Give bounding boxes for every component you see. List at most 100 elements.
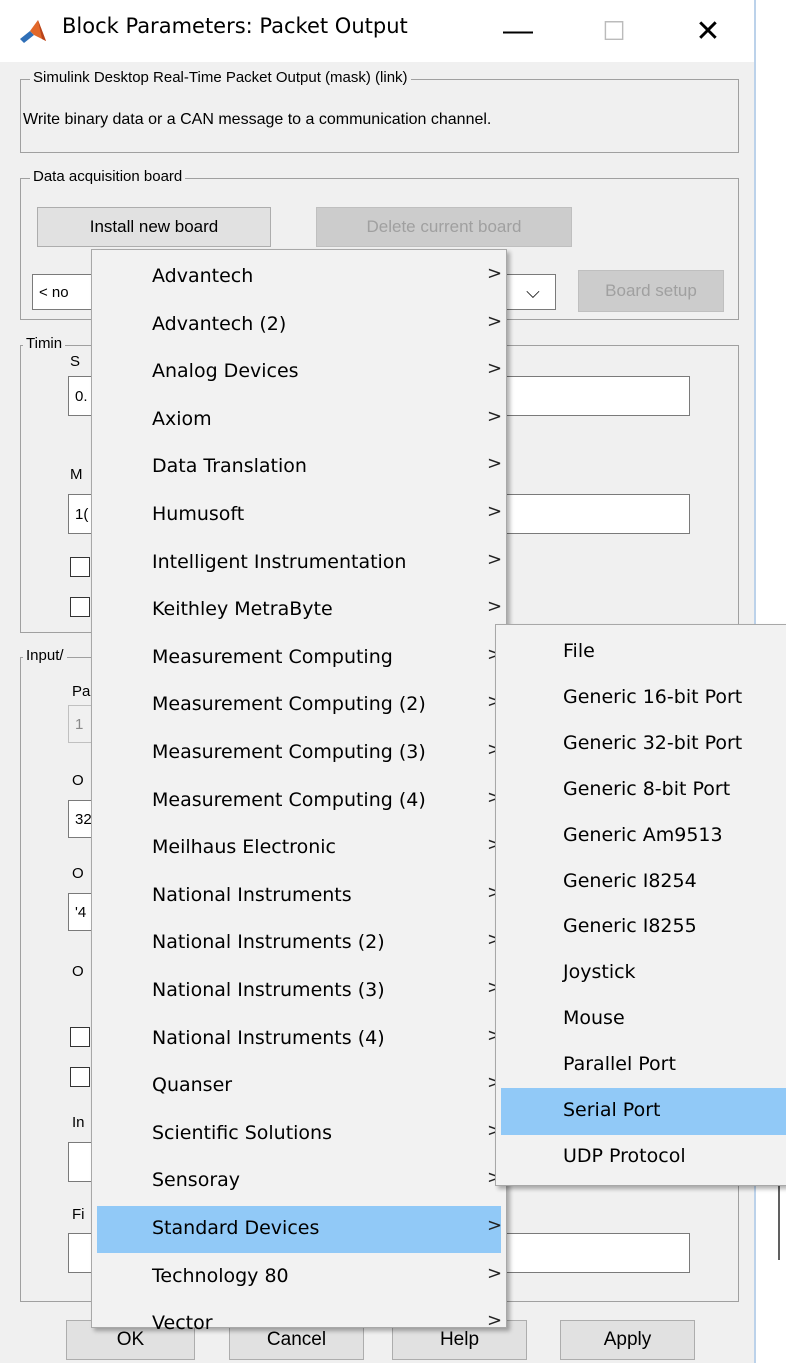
menu-item-technology-80[interactable]: Technology 80 > xyxy=(92,1254,506,1301)
apply-button[interactable]: Apply xyxy=(560,1320,695,1360)
timing-checkbox-1[interactable] xyxy=(70,557,90,577)
menu-item-humusoft[interactable]: Humusoft > xyxy=(92,492,506,539)
submenu-item-label: File xyxy=(563,640,595,662)
menu-item-label: Advantech xyxy=(152,265,254,287)
maximize-button[interactable]: ☐ xyxy=(574,0,654,62)
io-group-label: Input/ xyxy=(23,647,67,664)
submenu-item-mouse[interactable]: Mouse xyxy=(496,996,786,1043)
menu-item-advantech-2[interactable]: Advantech (2) > xyxy=(92,302,506,349)
menu-item-label: National Instruments (4) xyxy=(152,1026,385,1049)
chevron-down-icon[interactable]: ⌵ xyxy=(512,276,554,308)
board-setup-button: Board setup xyxy=(578,270,724,312)
chevron-right-icon: > xyxy=(487,1262,503,1284)
packet-size-value: 1 xyxy=(75,715,84,733)
submenu-item-label: UDP Protocol xyxy=(563,1144,686,1167)
chevron-right-icon: > xyxy=(487,1310,503,1332)
max-missed-value: 1( xyxy=(75,505,89,523)
submenu-item-label: Generic 32-bit Port xyxy=(563,731,743,754)
output-value-2: '4 xyxy=(75,903,87,921)
chevron-right-icon: > xyxy=(487,263,503,284)
menu-item-vector[interactable]: Vector > xyxy=(92,1301,506,1348)
menu-item-analog-devices[interactable]: Analog Devices > xyxy=(92,349,506,396)
io-checkbox-2[interactable] xyxy=(70,1067,90,1087)
minimize-button[interactable]: — xyxy=(478,0,558,62)
close-button[interactable]: ✕ xyxy=(668,0,748,62)
menu-item-keithley-metrabyte[interactable]: Keithley MetraByte > xyxy=(92,587,506,634)
device-submenu: File Generic 16-bit Port Generic 32-bit Po… xyxy=(495,624,786,1186)
submenu-item-generic-16-bit-port[interactable]: Generic 16-bit Port xyxy=(496,675,786,722)
io-label-packet: Pa xyxy=(72,683,91,700)
install-board-button[interactable]: Install new board xyxy=(37,207,271,247)
menu-item-measurement-computing-3[interactable]: Measurement Computing (3)> xyxy=(92,730,506,777)
menu-item-label: Sensoray xyxy=(152,1169,241,1192)
vendor-menu: Advantech > Advantech (2) > Analog Devices > A… xyxy=(91,249,507,1334)
sample-time-label: S xyxy=(70,353,81,370)
menu-item-label: Measurement Computing (4) xyxy=(152,788,426,811)
menu-item-label: Analog Devices xyxy=(152,360,299,383)
chevron-right-icon: > xyxy=(487,358,503,380)
menu-item-national-instruments-2[interactable]: National Instruments (2)> xyxy=(92,920,506,967)
chevron-right-icon: > xyxy=(487,310,503,332)
menu-item-sensoray[interactable]: Sensoray> xyxy=(92,1158,506,1205)
menu-item-label: Data Translation xyxy=(152,455,307,478)
menu-item-data-translation[interactable]: Data Translation > xyxy=(92,444,506,491)
menu-item-label: Meilhaus Electronic xyxy=(152,836,336,859)
submenu-item-parallel-port[interactable]: Parallel Port xyxy=(496,1042,786,1089)
board-group-label: Data acquisition board xyxy=(30,168,186,185)
menu-item-label: National Instruments xyxy=(152,883,352,906)
menu-item-axiom[interactable]: Axiom > xyxy=(92,397,506,444)
menu-item-quanser[interactable]: Quanser> xyxy=(92,1063,506,1110)
io-label-fi: Fi xyxy=(72,1206,85,1223)
menu-item-measurement-computing-4[interactable]: Measurement Computing (4)> xyxy=(92,778,506,825)
mask-group-label: Simulink Desktop Real-Time Packet Output… xyxy=(30,69,411,86)
submenu-item-udp-protocol[interactable]: UDP Protocol xyxy=(496,1134,786,1181)
menu-item-standard-devices[interactable]: Standard Devices > xyxy=(97,1206,503,1253)
title-bar: Block Parameters: Packet Output — ☐ ✕ xyxy=(0,0,754,62)
menu-item-meilhaus-electronic[interactable]: Meilhaus Electronic> xyxy=(92,825,506,872)
submenu-item-label: Parallel Port xyxy=(563,1053,676,1076)
io-label-o3: O xyxy=(72,963,84,980)
submenu-item-label: Mouse xyxy=(563,1007,625,1030)
menu-item-label: Advantech (2) xyxy=(152,312,287,335)
chevron-right-icon: > xyxy=(487,405,503,427)
submenu-item-file[interactable]: File xyxy=(496,629,786,676)
submenu-item-label: Joystick xyxy=(563,961,636,984)
timing-checkbox-2[interactable] xyxy=(70,597,90,617)
menu-item-label: Keithley MetraByte xyxy=(152,598,333,621)
submenu-item-generic-am9513[interactable]: Generic Am9513 xyxy=(496,813,786,860)
menu-item-label: Intelligent Instrumentation xyxy=(152,550,407,573)
submenu-item-label: Generic Am9513 xyxy=(563,823,723,846)
menu-item-label: Measurement Computing (3) xyxy=(152,741,426,763)
menu-item-national-instruments[interactable]: National Instruments> xyxy=(92,873,506,920)
submenu-item-joystick[interactable]: Joystick xyxy=(496,950,786,997)
submenu-item-generic-i8254[interactable]: Generic I8254 xyxy=(496,859,786,906)
submenu-item-generic-8-bit-port[interactable]: Generic 8-bit Port xyxy=(496,767,786,814)
submenu-item-serial-port[interactable]: Serial Port xyxy=(501,1088,786,1135)
window-title: Block Parameters: Packet Output xyxy=(62,14,408,38)
io-checkbox-1[interactable] xyxy=(70,1027,90,1047)
delete-board-button: Delete current board xyxy=(316,207,572,247)
chevron-right-icon: > xyxy=(487,501,503,522)
submenu-item-generic-i8255[interactable]: Generic I8255 xyxy=(496,904,786,951)
menu-item-label: Axiom xyxy=(152,407,212,430)
sample-time-value: 0. xyxy=(75,387,88,405)
mask-description: Write binary data or a CAN message to a … xyxy=(23,111,492,128)
menu-item-measurement-computing-2[interactable]: Measurement Computing (2)> xyxy=(92,682,506,729)
menu-item-national-instruments-3[interactable]: National Instruments (3)> xyxy=(92,968,506,1015)
menu-item-label: Scientific Solutions xyxy=(152,1121,332,1144)
menu-item-label: Measurement Computing xyxy=(152,645,393,668)
menu-item-label: Quanser xyxy=(152,1074,233,1097)
chevron-right-icon: > xyxy=(487,1215,503,1236)
menu-item-scientific-solutions[interactable]: Scientific Solutions> xyxy=(92,1111,506,1158)
menu-item-advantech[interactable]: Advantech > xyxy=(92,254,506,301)
io-label-in: In xyxy=(72,1114,85,1131)
max-missed-label: M xyxy=(70,466,83,483)
menu-item-measurement-computing[interactable]: Measurement Computing> xyxy=(92,635,506,682)
chevron-right-icon: > xyxy=(487,453,503,475)
matlab-icon xyxy=(18,17,48,47)
menu-item-label: National Instruments (3) xyxy=(152,979,385,1001)
menu-item-national-instruments-4[interactable]: National Instruments (4)> xyxy=(92,1016,506,1063)
submenu-item-label: Generic I8254 xyxy=(563,869,697,892)
menu-item-intelligent-instrumentation[interactable]: Intelligent Instrumentation > xyxy=(92,540,506,587)
submenu-item-generic-32-bit-port[interactable]: Generic 32-bit Port xyxy=(496,721,786,768)
